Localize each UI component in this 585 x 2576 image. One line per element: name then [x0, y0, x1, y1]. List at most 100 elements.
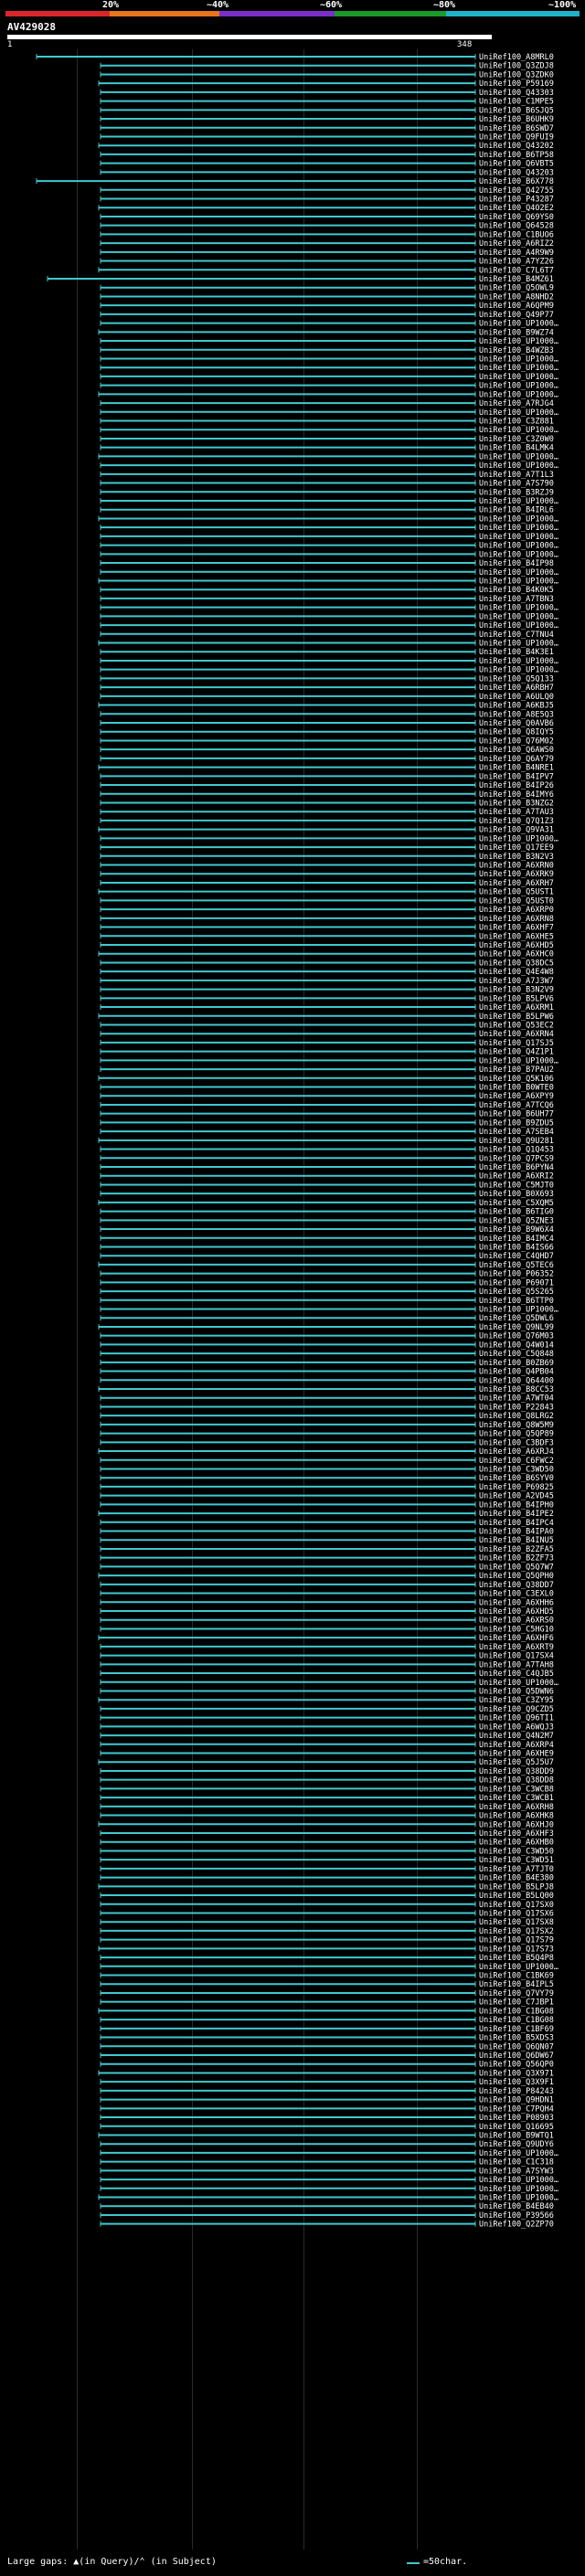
- hit-row[interactable]: UniRef100_Q17SX4: [100, 1652, 554, 1661]
- hit-row[interactable]: UniRef100_Q5Q7W7: [100, 1563, 554, 1572]
- hit-label[interactable]: UniRef100_A7RJG4: [479, 399, 554, 408]
- hit-label[interactable]: UniRef100_Q5J5U7: [479, 1758, 554, 1767]
- hit-label[interactable]: UniRef100_A6XHE5: [479, 932, 554, 941]
- hit-label[interactable]: UniRef100_Q4PB04: [479, 1368, 554, 1377]
- hit-label[interactable]: UniRef100_UP1000…: [479, 382, 558, 391]
- hit-row[interactable]: UniRef100_C1BG08: [100, 2016, 554, 2025]
- hit-row[interactable]: UniRef100_B4IPA0: [100, 1528, 554, 1537]
- hit-label[interactable]: UniRef100_UP1000…: [479, 2149, 558, 2158]
- hit-label[interactable]: UniRef100_Q5QP89: [479, 1430, 554, 1439]
- hit-row[interactable]: UniRef100_A6XRN0: [100, 862, 554, 871]
- hit-row[interactable]: UniRef100_Q4E4W8: [100, 968, 554, 977]
- hit-label[interactable]: UniRef100_A6KBJ5: [479, 702, 554, 711]
- hit-row[interactable]: UniRef100_Q9VA31: [98, 826, 554, 835]
- hit-label[interactable]: UniRef100_Q49P77: [479, 311, 554, 320]
- hit-row[interactable]: UniRef100_C3WD50: [100, 1847, 554, 1856]
- hit-row[interactable]: UniRef100_B2ZFA5: [100, 1545, 554, 1554]
- hit-label[interactable]: UniRef100_B2ZFA5: [479, 1545, 554, 1554]
- hit-row[interactable]: UniRef100_Q2ZP70: [100, 2221, 554, 2230]
- hit-row[interactable]: UniRef100_B6UHK9: [100, 115, 554, 124]
- hit-row[interactable]: UniRef100_Q76M02: [100, 737, 554, 746]
- hit-row[interactable]: UniRef100_UP1000…: [100, 550, 558, 559]
- hit-label[interactable]: UniRef100_A6XRM1: [479, 1003, 554, 1012]
- hit-row[interactable]: UniRef100_B5LQ00: [100, 1892, 554, 1901]
- hit-row[interactable]: UniRef100_Q17SX2: [100, 1927, 554, 1936]
- hit-row[interactable]: UniRef100_A6ULQ0: [100, 693, 554, 702]
- hit-label[interactable]: UniRef100_C7TNU4: [479, 631, 554, 640]
- hit-row[interactable]: UniRef100_Q5DWL6: [100, 1314, 554, 1323]
- hit-label[interactable]: UniRef100_B4K3E1: [479, 648, 554, 657]
- hit-label[interactable]: UniRef100_C4QJB5: [479, 1670, 554, 1679]
- hit-label[interactable]: UniRef100_Q9U281: [479, 1137, 554, 1146]
- hit-label[interactable]: UniRef100_Q17EE9: [479, 843, 554, 853]
- hit-label[interactable]: UniRef100_C3Z0W0: [479, 435, 554, 444]
- hit-label[interactable]: UniRef100_A6ULQ0: [479, 693, 554, 702]
- hit-row[interactable]: UniRef100_Q3ZDK0: [100, 70, 554, 80]
- hit-label[interactable]: UniRef100_B0WTE0: [479, 1084, 554, 1093]
- hit-row[interactable]: UniRef100_UP1000…: [100, 524, 558, 533]
- hit-row[interactable]: UniRef100_UP1000…: [100, 2176, 558, 2185]
- hit-label[interactable]: UniRef100_Q76M03: [479, 1332, 554, 1341]
- hit-label[interactable]: UniRef100_C1BF69: [479, 2025, 554, 2034]
- hit-label[interactable]: UniRef100_Q5OWL9: [479, 284, 554, 293]
- hit-row[interactable]: UniRef100_A6KBJ5: [98, 702, 554, 711]
- hit-label[interactable]: UniRef100_UP1000…: [479, 497, 558, 506]
- hit-label[interactable]: UniRef100_A7TBN3: [479, 595, 554, 604]
- hit-label[interactable]: UniRef100_C3ZY95: [479, 1696, 554, 1705]
- hit-label[interactable]: UniRef100_B3NZG2: [479, 799, 554, 808]
- hit-row[interactable]: UniRef100_A6XRS0: [100, 1617, 554, 1626]
- hit-label[interactable]: UniRef100_P69825: [479, 1483, 554, 1492]
- hit-row[interactable]: UniRef100_B4MZ61: [47, 275, 554, 284]
- hit-label[interactable]: UniRef100_A6XHF3: [479, 1829, 554, 1839]
- hit-label[interactable]: UniRef100_B4NRE1: [479, 764, 554, 773]
- hit-row[interactable]: UniRef100_C4QHD7: [100, 1252, 554, 1261]
- hit-label[interactable]: UniRef100_Q9CZD5: [479, 1705, 554, 1714]
- hit-row[interactable]: UniRef100_Q8LRG2: [100, 1412, 554, 1421]
- hit-label[interactable]: UniRef100_A6XRH8: [479, 1803, 554, 1812]
- hit-row[interactable]: UniRef100_Q17SJ5: [100, 1039, 554, 1048]
- hit-row[interactable]: UniRef100_UP1000…: [100, 497, 558, 506]
- hit-label[interactable]: UniRef100_A6RBH7: [479, 684, 554, 693]
- hit-row[interactable]: UniRef100_B4IMY6: [100, 790, 554, 800]
- hit-label[interactable]: UniRef100_UP1000…: [479, 542, 558, 551]
- hit-row[interactable]: UniRef100_B5LPW6: [98, 1012, 554, 1022]
- hit-row[interactable]: UniRef100_UP1000…: [100, 461, 558, 471]
- hit-row[interactable]: UniRef100_B4IP98: [100, 559, 554, 568]
- hit-row[interactable]: UniRef100_A6XRI2: [100, 1172, 554, 1182]
- hit-label[interactable]: UniRef100_A6XRS0: [479, 1617, 554, 1626]
- hit-row[interactable]: UniRef100_C7JBP1: [100, 1998, 554, 2008]
- hit-row[interactable]: UniRef100_B5LPV6: [100, 994, 554, 1003]
- hit-label[interactable]: UniRef100_A6XHJ0: [479, 1820, 554, 1829]
- hit-label[interactable]: UniRef100_B6TIG0: [479, 1208, 554, 1217]
- hit-row[interactable]: UniRef100_A7RJG4: [100, 399, 554, 408]
- hit-row[interactable]: UniRef100_A6WQJ3: [100, 1723, 554, 1732]
- hit-row[interactable]: UniRef100_B3RZJ9: [100, 488, 554, 497]
- hit-label[interactable]: UniRef100_C1BUO6: [479, 230, 554, 239]
- hit-label[interactable]: UniRef100_Q2ZP70: [479, 2221, 554, 2230]
- hit-row[interactable]: UniRef100_Q9FUI9: [100, 133, 554, 142]
- hit-row[interactable]: UniRef100_C4QJB5: [100, 1670, 554, 1679]
- hit-label[interactable]: UniRef100_UP1000…: [479, 514, 558, 524]
- hit-row[interactable]: UniRef100_A6XRP0: [100, 906, 554, 915]
- hit-row[interactable]: UniRef100_B2ZF73: [100, 1554, 554, 1564]
- hit-row[interactable]: UniRef100_B0WTE0: [100, 1084, 554, 1093]
- hit-label[interactable]: UniRef100_A8NHD2: [479, 292, 554, 302]
- hit-row[interactable]: UniRef100_C5HG10: [100, 1625, 554, 1634]
- hit-row[interactable]: UniRef100_A7YZ26: [100, 258, 554, 267]
- hit-label[interactable]: UniRef100_B9WTQ1: [479, 2131, 554, 2140]
- hit-row[interactable]: UniRef100_UP1000…: [100, 337, 558, 346]
- hit-row[interactable]: UniRef100_Q96TI1: [100, 1714, 554, 1723]
- hit-row[interactable]: UniRef100_B6TIG0: [100, 1208, 554, 1217]
- hit-label[interactable]: UniRef100_B6PYN4: [479, 1163, 554, 1172]
- hit-label[interactable]: UniRef100_P39566: [479, 2211, 554, 2221]
- hit-label[interactable]: UniRef100_A6XRH7: [479, 879, 554, 888]
- hit-label[interactable]: UniRef100_A6XRN0: [479, 862, 554, 871]
- hit-row[interactable]: UniRef100_C1C318: [100, 2158, 554, 2168]
- hit-row[interactable]: UniRef100_Q5QP89: [100, 1430, 554, 1439]
- hit-label[interactable]: UniRef100_Q42755: [479, 186, 554, 196]
- hit-row[interactable]: UniRef100_A7T1L3: [100, 471, 554, 480]
- hit-label[interactable]: UniRef100_Q6QN07: [479, 2042, 554, 2051]
- hit-label[interactable]: UniRef100_B4IPE2: [479, 1510, 554, 1519]
- hit-row[interactable]: UniRef100_P59169: [98, 80, 554, 89]
- hit-row[interactable]: UniRef100_B6UH77: [100, 1110, 554, 1119]
